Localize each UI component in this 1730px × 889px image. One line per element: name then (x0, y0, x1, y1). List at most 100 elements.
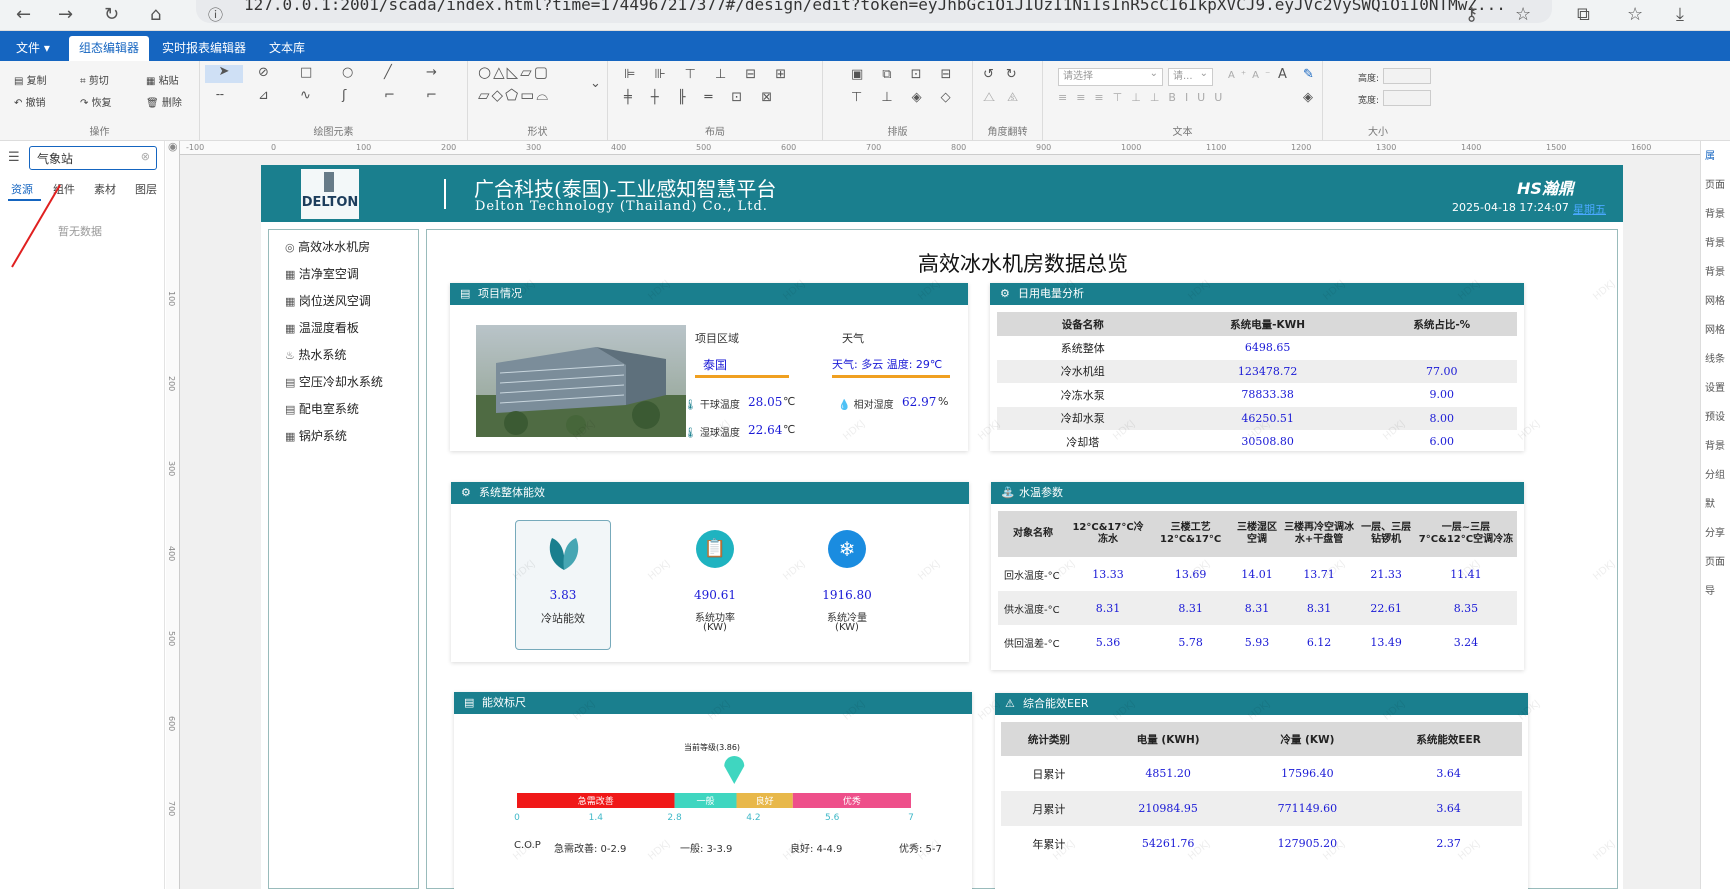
elbow-icon[interactable]: ⌐ (426, 89, 437, 103)
cooling-unit: (KW) (835, 622, 859, 633)
polyline-icon[interactable]: ∿ (300, 89, 311, 103)
clear-icon[interactable]: ⊗ (141, 150, 150, 163)
fill-icon[interactable]: ◈ (1303, 91, 1313, 105)
rotate-icons[interactable]: ↺↻ (983, 68, 1029, 82)
property-label[interactable]: 分享 (1705, 524, 1730, 539)
back-icon[interactable]: ← (16, 4, 31, 25)
nav-label: 配电室系统 (298, 402, 359, 416)
leaf-icon (549, 538, 579, 570)
nav-item[interactable]: ▤ 空压冷却水系统 (285, 373, 383, 390)
font-size-icons[interactable]: A⁺A⁻ (1228, 69, 1276, 83)
table-row: 冷水机组 123478.72 77.00 (997, 359, 1517, 383)
efficiency-card-title: 系统整体能效 (479, 486, 545, 499)
property-label[interactable]: 网格 (1705, 292, 1730, 307)
property-label[interactable]: 网格 (1705, 321, 1730, 336)
table-cell: 8.31 (1233, 591, 1281, 625)
table-cell: 2.37 (1436, 837, 1461, 850)
delete-button[interactable]: 🗑 删除 (146, 94, 182, 109)
property-label[interactable]: 导 (1705, 582, 1730, 597)
connector-icon[interactable]: ⌐ (384, 89, 395, 103)
nav-item[interactable]: ◎ 高效冰水机房 (285, 238, 370, 255)
height-input[interactable] (1383, 68, 1431, 84)
scada-page[interactable]: DELTON 广合科技(泰国)-工业感知智慧平台 Delton Technolo… (261, 165, 1623, 889)
download-icon[interactable]: ⤓ (1676, 4, 1684, 25)
polygon-icon[interactable]: ⊿ (258, 89, 269, 103)
project-card: ▤ 项目情况 项目区域 泰国 天气 天气: 多云 温度: 29℃ 🌡 干球温度 2… (450, 283, 968, 451)
forward-icon[interactable]: → (58, 4, 73, 25)
arrange-icons[interactable]: ▣⧉⊡⊟ (851, 68, 970, 82)
property-label[interactable]: 分组 (1705, 466, 1730, 481)
ruler-tick: 100 (167, 291, 176, 307)
property-label[interactable]: 设置 (1705, 379, 1730, 394)
url-bar[interactable]: 127.0.0.1:2001/scada/index.html?time=174… (196, 0, 1552, 23)
shape-row1-icon[interactable]: ○△◺▱▢ (478, 65, 550, 80)
property-label[interactable]: 页面 (1705, 176, 1730, 191)
shape-more-icon[interactable]: ⌄ (590, 77, 601, 91)
table-cell (1367, 336, 1517, 360)
nav-item[interactable]: ▦ 锅炉系统 (285, 427, 347, 444)
tab-materials[interactable]: 素材 (94, 181, 116, 197)
search-value: 气象站 (37, 152, 74, 166)
search-input[interactable]: 气象站 ⊗ (29, 146, 157, 170)
reload-icon[interactable]: ↻ (104, 4, 119, 25)
size-select[interactable]: 请... (1168, 67, 1213, 86)
home-icon[interactable]: ⌂ (150, 4, 161, 25)
table-header-cell: 一层~三层7°C&12°C空调冷冻 (1414, 511, 1517, 557)
eye-icon[interactable]: ◉ (168, 140, 178, 153)
favorites-icon[interactable]: ☆ (1627, 4, 1643, 25)
dash-line-icon[interactable]: ╌ (216, 89, 224, 103)
rect-icon[interactable]: □ (300, 66, 312, 80)
property-label[interactable]: 线条 (1705, 350, 1730, 365)
arrow-icon[interactable]: → (426, 66, 437, 80)
align-icons[interactable]: ⊫⊪⊤⊥⊟⊞ (624, 68, 805, 82)
tab-text-library[interactable]: 文本库 (259, 36, 315, 61)
font-color-icon[interactable]: A (1278, 68, 1287, 82)
paste-button[interactable]: ▦ 粘贴 (146, 72, 179, 87)
height-label: 高度: (1358, 74, 1380, 84)
undo-button[interactable]: ↶ 撤销 (14, 94, 46, 109)
line-icon[interactable]: ╱ (384, 66, 392, 80)
translate-icon[interactable]: ⧉ (1577, 4, 1590, 25)
order-icons[interactable]: ⊤⊥◈◇ (851, 91, 970, 105)
pointer-icon[interactable]: ➤ (205, 65, 243, 83)
copy-button[interactable]: ▤ 复制 (14, 72, 47, 87)
curve-icon[interactable]: ʃ (342, 89, 346, 103)
property-label[interactable]: 预设 (1705, 408, 1730, 423)
redo-button[interactable]: ↷ 恢复 (80, 94, 112, 109)
distribute-icons[interactable]: ╪┼╟═⊡⊠ (624, 91, 791, 105)
nav-item[interactable]: ▦ 温湿度看板 (285, 319, 359, 336)
tab-scada-editor[interactable]: 组态编辑器 (69, 36, 150, 61)
font-select[interactable]: 请选择 (1058, 67, 1163, 86)
width-input[interactable] (1383, 90, 1431, 106)
text-format-icons[interactable]: ≡≡≡⊤⊥⊥BIUU (1058, 91, 1231, 105)
tab-report-editor[interactable]: 实时报表编辑器 (152, 36, 256, 61)
table-cell: 供回温差-°C (1004, 638, 1060, 650)
cut-button[interactable]: ⌗ 剪切 (80, 72, 109, 87)
flip-icons[interactable]: ⧍⧌ (983, 91, 1030, 105)
region-label: 项目区域 (695, 332, 739, 345)
property-label[interactable]: 背景 (1705, 263, 1730, 278)
property-label[interactable]: 背景 (1705, 234, 1730, 249)
collapse-icon[interactable]: ☰ (8, 150, 20, 165)
property-label[interactable]: 页面 (1705, 553, 1730, 568)
eraser-icon[interactable]: ⊘ (258, 66, 269, 80)
shape-row2-icon[interactable]: ▱◇⬠▭⌓ (478, 88, 550, 103)
nav-item[interactable]: ▦ 洁净室空调 (285, 265, 359, 282)
property-label[interactable]: 背景 (1705, 437, 1730, 452)
bookmark-star-icon[interactable]: ☆ (1515, 4, 1531, 25)
file-menu[interactable]: 文件 ▾ (6, 36, 60, 61)
nav-label: 岗位送风空调 (298, 294, 371, 308)
property-label[interactable]: 属 (1705, 147, 1730, 162)
property-label[interactable]: 默 (1705, 495, 1730, 510)
nav-item[interactable]: ▤ 配电室系统 (285, 400, 359, 417)
nav-item[interactable]: ♨ 热水系统 (285, 346, 346, 363)
nav-label: 热水系统 (298, 348, 347, 362)
nav-item[interactable]: ▦ 岗位送风空调 (285, 292, 371, 309)
undo-label: 撤销 (25, 98, 46, 109)
property-label[interactable]: 背景 (1705, 205, 1730, 220)
tab-layers[interactable]: 图层 (135, 181, 157, 197)
circle-icon[interactable]: ○ (342, 66, 353, 80)
site-info-icon[interactable]: ⓘ (208, 4, 223, 25)
pen-icon[interactable]: ✎ (1303, 68, 1314, 82)
key-icon[interactable]: ⚷ (1465, 4, 1478, 25)
